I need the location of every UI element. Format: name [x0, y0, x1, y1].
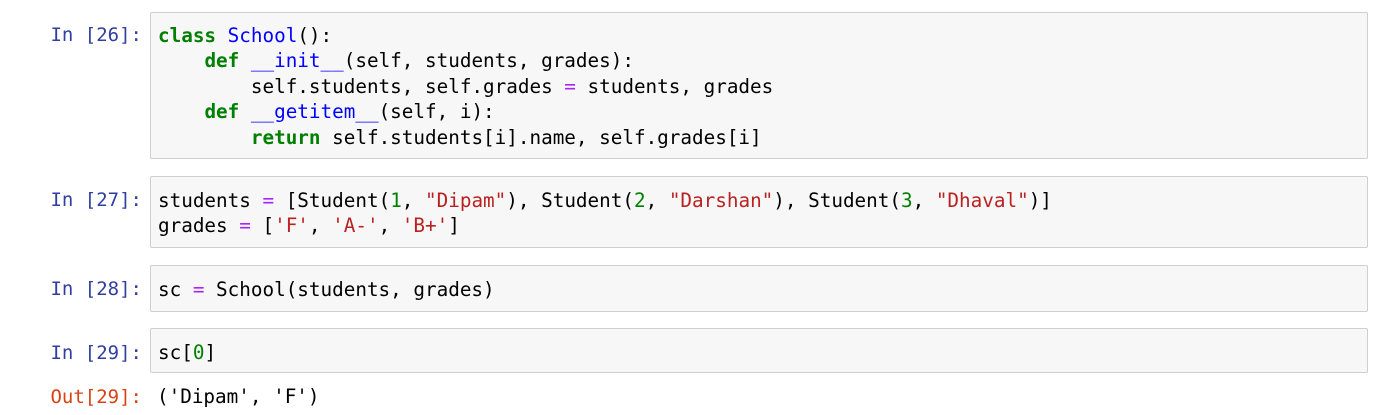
- code-token: ,: [308, 214, 333, 238]
- code-token: sc[: [158, 341, 193, 364]
- code-token: students: [158, 189, 263, 212]
- code-token: ():: [297, 24, 333, 47]
- string-token: 'B+': [401, 214, 449, 238]
- class-name-token: School: [227, 24, 298, 47]
- code-editor[interactable]: students = [Student(1, "Dipam"), Student…: [151, 177, 1367, 239]
- operator-token: =: [564, 74, 576, 98]
- keyword-token: return: [250, 125, 321, 149]
- number-token: 3: [901, 189, 913, 212]
- code-token: ,: [645, 189, 669, 212]
- code-line: class School():: [158, 23, 1367, 48]
- function-name-token: __init__: [250, 49, 344, 73]
- string-token: 'A-': [332, 214, 379, 238]
- code-token: ,: [378, 214, 402, 238]
- string-token: "Dipam": [425, 189, 507, 212]
- code-token: School(students, grades): [204, 278, 495, 301]
- code-token: grades: [158, 214, 240, 238]
- string-token: "Darshan": [668, 189, 774, 212]
- input-prompt: In [29]:: [50, 342, 142, 364]
- code-token: ), Student(: [773, 189, 901, 212]
- code-editor[interactable]: sc[0]: [151, 329, 1367, 365]
- code-token: self.students[i].name, self.grades[i]: [320, 125, 762, 149]
- code-line: def __getitem__(self, i):: [158, 99, 1367, 124]
- code-input-area[interactable]: class School(): def __init__(self, stude…: [150, 12, 1368, 159]
- code-line: sc[0]: [158, 340, 1367, 365]
- code-line: sc = School(students, grades): [158, 277, 1367, 302]
- code-token: students, grades: [575, 74, 774, 98]
- number-token: 2: [633, 189, 646, 212]
- string-token: 'F': [274, 214, 309, 238]
- code-editor[interactable]: sc = School(students, grades): [151, 266, 1367, 302]
- code-input-area[interactable]: sc = School(students, grades): [150, 265, 1368, 312]
- function-name-token: __getitem__: [250, 100, 379, 124]
- operator-token: =: [262, 189, 275, 212]
- code-input-area[interactable]: sc[0]: [150, 328, 1368, 373]
- number-token: 1: [390, 189, 402, 212]
- notebook: In [26]: class School(): def __init__(se…: [0, 0, 1400, 415]
- code-token: ), Student(: [506, 189, 634, 212]
- code-token: ,: [912, 189, 936, 212]
- code-line: grades = ['F', 'A-', 'B+']: [158, 213, 1367, 238]
- input-prompt: In [26]:: [50, 24, 142, 46]
- operator-token: =: [192, 278, 205, 301]
- code-token: ]: [204, 341, 217, 364]
- keyword-token: class: [158, 24, 217, 47]
- code-token: ,: [401, 189, 426, 212]
- code-token: )]: [1028, 189, 1052, 212]
- code-token: sc: [158, 278, 193, 301]
- operator-token: =: [239, 214, 251, 238]
- code-editor[interactable]: class School(): def __init__(self, stude…: [151, 13, 1367, 150]
- code-line: students = [Student(1, "Dipam"), Student…: [158, 188, 1367, 213]
- cell-output: ('Dipam', 'F'): [157, 385, 320, 408]
- code-token: self.students, self.grades: [158, 74, 565, 98]
- keyword-token: def: [204, 100, 240, 124]
- code-line: def __init__(self, students, grades):: [158, 48, 1367, 73]
- keyword-token: def: [204, 49, 240, 73]
- code-line: return self.students[i].name, self.grade…: [158, 125, 1367, 150]
- code-token: ]: [448, 214, 460, 238]
- code-input-area[interactable]: students = [Student(1, "Dipam"), Student…: [150, 176, 1368, 248]
- code-token: [: [250, 214, 275, 238]
- input-prompt: In [27]:: [50, 189, 142, 211]
- code-token: (self, i):: [378, 100, 495, 124]
- code-token: (self, students, grades):: [343, 49, 634, 73]
- code-line: self.students, self.grades = students, g…: [158, 74, 1367, 99]
- input-prompt: In [28]:: [50, 278, 142, 300]
- string-token: "Dhaval": [935, 189, 1029, 212]
- number-token: 0: [192, 341, 205, 364]
- output-prompt: Out[29]:: [50, 386, 142, 408]
- code-token: [Student(: [274, 189, 391, 212]
